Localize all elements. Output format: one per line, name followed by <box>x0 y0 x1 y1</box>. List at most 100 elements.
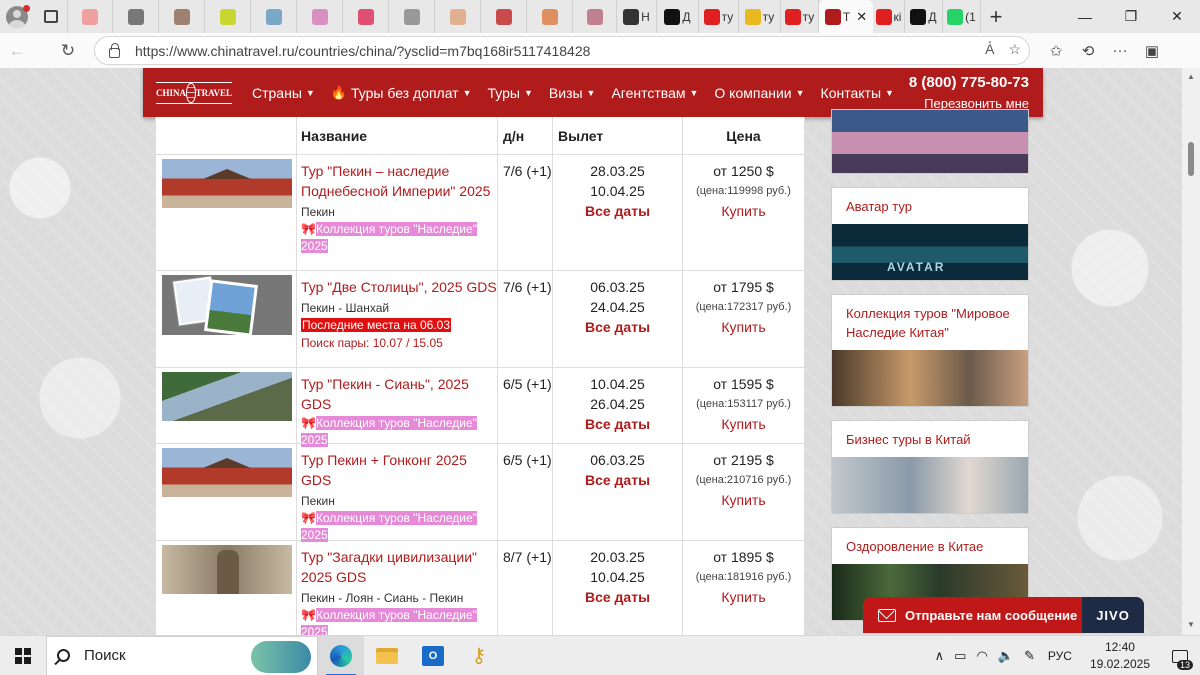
browser-tab[interactable] <box>435 0 481 33</box>
browser-tab[interactable] <box>481 0 527 33</box>
browser-tab[interactable]: Д <box>657 0 699 33</box>
browser-tab[interactable] <box>343 0 389 33</box>
lock-icon[interactable] <box>109 42 120 58</box>
sidebar-card-image[interactable] <box>832 350 1028 406</box>
refresh-icon[interactable]: ↻ <box>51 33 85 68</box>
favorites-icon[interactable]: ✩ <box>1040 33 1072 68</box>
collection-tag[interactable]: 🎀Коллекция туров "Наследие" 2025 <box>301 606 497 635</box>
browser-tab[interactable] <box>573 0 617 33</box>
tray-expand-icon[interactable]: ∧ <box>930 648 950 664</box>
phone-number[interactable]: 8 (800) 775-80-73 <box>909 74 1029 91</box>
new-tab-button[interactable]: + <box>981 0 1011 33</box>
browser-tab[interactable] <box>389 0 435 33</box>
sidebar-card[interactable]: Коллекция туров "Мировое Наследие Китая" <box>831 294 1029 407</box>
restore-icon[interactable]: ❐ <box>1108 0 1154 33</box>
sidebar-card[interactable] <box>831 109 1029 174</box>
tour-title-link[interactable]: Тур "Пекин – наследие Поднебесной Импери… <box>301 161 497 201</box>
tour-title-link[interactable]: Тур "Загадки цивилизации" 2025 GDS <box>301 547 497 587</box>
sidebar-card-title[interactable]: Аватар тур <box>832 188 1028 224</box>
close-window-icon[interactable]: ✕ <box>1154 0 1200 33</box>
scroll-down-icon[interactable]: ▼ <box>1187 620 1195 629</box>
menu-item[interactable]: Страны ▼ <box>244 68 323 117</box>
history-icon[interactable]: ⟲ <box>1072 33 1104 68</box>
battery-icon[interactable]: ▭ <box>949 648 971 664</box>
browser-tab[interactable] <box>113 0 159 33</box>
all-dates-link[interactable]: Все даты <box>553 201 682 221</box>
sidebar-card-title[interactable]: Коллекция туров "Мировое Наследие Китая" <box>832 295 1028 350</box>
sidebar-card-image[interactable] <box>832 110 1028 173</box>
taskbar-edge[interactable] <box>318 635 364 675</box>
tour-thumbnail[interactable] <box>162 275 292 335</box>
browser-tab[interactable]: кі <box>873 0 905 33</box>
browser-tab[interactable] <box>159 0 205 33</box>
tour-title-link[interactable]: Тур "Две Столицы", 2025 GDS <box>301 277 497 297</box>
sidebar-card-image[interactable] <box>832 457 1028 513</box>
buy-link[interactable]: Купить <box>683 317 804 337</box>
read-aloud-icon[interactable]: A᷾ <box>985 41 994 58</box>
sidebar-card-title[interactable]: Бизнес туры в Китай <box>832 421 1028 457</box>
address-bar[interactable]: https://www.chinatravel.ru/countries/chi… <box>94 36 1030 65</box>
browser-tab[interactable] <box>205 0 251 33</box>
language-indicator[interactable]: РУС <box>1040 649 1080 663</box>
page-scrollbar[interactable]: ▲ ▼ <box>1182 68 1200 635</box>
browser-tab[interactable]: Д <box>905 0 943 33</box>
more-menu-icon[interactable]: ··· <box>1104 33 1136 68</box>
browser-tab[interactable] <box>68 0 113 33</box>
pen-icon[interactable]: ✎ <box>1019 648 1040 664</box>
tour-thumbnail[interactable] <box>162 159 292 208</box>
taskbar-keys[interactable]: ⚷ <box>456 636 502 675</box>
menu-item[interactable]: Туры ▼ <box>480 68 541 117</box>
menu-item[interactable]: О компании ▼ <box>706 68 812 117</box>
tour-title-link[interactable]: Тур Пекин + Гонконг 2025 GDS <box>301 450 497 490</box>
browser-tab[interactable]: ту <box>699 0 739 33</box>
buy-link[interactable]: Купить <box>683 490 804 510</box>
volume-icon[interactable]: 🔈 <box>993 648 1019 664</box>
notification-center[interactable]: 13 <box>1160 636 1200 675</box>
collection-tag[interactable]: 🎀Коллекция туров "Наследие" 2025 <box>301 414 497 448</box>
browser-tab[interactable]: Т ✕ <box>819 0 873 33</box>
browser-tab[interactable] <box>527 0 573 33</box>
wifi-icon[interactable]: ◠ <box>971 648 992 664</box>
sidebar-card-title[interactable]: Оздоровление в Китае <box>832 528 1028 564</box>
tour-thumbnail[interactable] <box>162 448 292 497</box>
workspaces-icon[interactable] <box>34 0 68 33</box>
collection-tag[interactable]: 🎀Коллекция туров "Наследие" 2025 <box>301 509 497 543</box>
minimize-icon[interactable]: — <box>1062 0 1108 33</box>
favorite-star-icon[interactable]: ☆ <box>1008 41 1021 58</box>
menu-item[interactable]: 🔥 Туры без доплат ▼ <box>323 68 480 117</box>
buy-link[interactable]: Купить <box>683 587 804 607</box>
sidebar-card[interactable]: Бизнес туры в Китай <box>831 420 1029 514</box>
taskbar-outlook[interactable]: O <box>410 636 456 675</box>
browser-tab[interactable] <box>297 0 343 33</box>
sidebar-card[interactable]: Аватар тур AVATAR <box>831 187 1029 281</box>
clock[interactable]: 12:40 19.02.2025 <box>1080 639 1160 673</box>
taskbar-explorer[interactable] <box>364 636 410 675</box>
all-dates-link[interactable]: Все даты <box>553 470 682 490</box>
menu-item[interactable]: Визы ▼ <box>541 68 604 117</box>
browser-tab[interactable]: (1 <box>943 0 981 33</box>
chat-widget[interactable]: Отправьте нам сообщение JIVO <box>863 597 1144 633</box>
browser-tab[interactable]: Н <box>617 0 657 33</box>
taskbar-search[interactable]: Поиск <box>46 635 318 675</box>
menu-item[interactable]: Агентствам ▼ <box>603 68 706 117</box>
back-icon[interactable]: ← <box>0 33 34 68</box>
tour-thumbnail[interactable] <box>162 545 292 594</box>
all-dates-link[interactable]: Все даты <box>553 587 682 607</box>
sidebar-card-image[interactable]: AVATAR <box>832 224 1028 280</box>
browser-tab[interactable]: ту <box>781 0 819 33</box>
start-button[interactable] <box>0 636 46 675</box>
collection-tag[interactable]: 🎀Коллекция туров "Наследие" 2025 <box>301 220 497 254</box>
buy-link[interactable]: Купить <box>683 201 804 221</box>
scroll-thumb[interactable] <box>1188 142 1194 176</box>
tab-close-icon[interactable]: ✕ <box>856 9 867 25</box>
all-dates-link[interactable]: Все даты <box>553 317 682 337</box>
buy-link[interactable]: Купить <box>683 414 804 434</box>
profile-avatar[interactable] <box>0 0 34 33</box>
all-dates-link[interactable]: Все даты <box>553 414 682 434</box>
scroll-up-icon[interactable]: ▲ <box>1187 72 1195 81</box>
browser-tab[interactable] <box>251 0 297 33</box>
browser-tab[interactable]: ту <box>739 0 781 33</box>
tour-thumbnail[interactable] <box>162 372 292 421</box>
site-logo[interactable]: CHINA TRAVEL <box>156 81 232 104</box>
tour-title-link[interactable]: Тур "Пекин - Сиань", 2025 GDS <box>301 374 497 414</box>
